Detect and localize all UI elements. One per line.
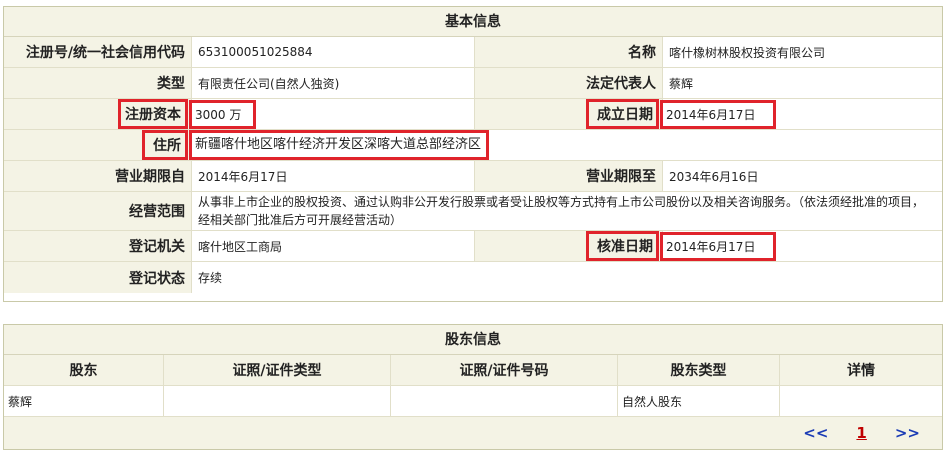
basic-info-title: 基本信息 bbox=[4, 7, 942, 37]
col-shareholder: 股东 bbox=[4, 355, 164, 385]
cell-shareholder: 蔡辉 bbox=[4, 386, 164, 416]
reg-no-label: 注册号/统一社会信用代码 bbox=[4, 37, 192, 67]
col-cert-type: 证照/证件类型 bbox=[164, 355, 391, 385]
cell-cert-no bbox=[391, 386, 618, 416]
status-value: 存续 bbox=[198, 270, 223, 285]
reg-no-value: 653100051025884 bbox=[192, 37, 475, 67]
status-label: 登记状态 bbox=[4, 262, 192, 293]
row-reg-no: 注册号/统一社会信用代码 653100051025884 名称 喀什橡树林股权投… bbox=[4, 37, 942, 68]
cell-shareholder-type: 自然人股东 bbox=[618, 386, 780, 416]
row-type: 类型 有限责任公司(自然人独资) 法定代表人 蔡辉 bbox=[4, 68, 942, 99]
founded-label-cell: 成立日期 bbox=[475, 99, 663, 129]
approved-label-cell: 核准日期 bbox=[475, 231, 663, 261]
basic-info-panel: 基本信息 注册号/统一社会信用代码 653100051025884 名称 喀什橡… bbox=[3, 6, 943, 302]
shareholders-panel: 股东信息 股东 证照/证件类型 证照/证件号码 股东类型 详情 蔡辉 自然人股东… bbox=[3, 324, 943, 450]
term-to-value: 2034年6月16日 bbox=[669, 169, 759, 184]
row-status: 登记状态 存续 bbox=[4, 262, 942, 293]
type-label: 类型 bbox=[4, 68, 192, 98]
pagination: << 1 >> bbox=[4, 417, 942, 449]
term-from-value: 2014年6月17日 bbox=[192, 161, 475, 191]
founded-label: 成立日期 bbox=[586, 99, 659, 129]
table-row: 蔡辉 自然人股东 bbox=[4, 386, 942, 417]
capital-label-cell: 注册资本 bbox=[4, 99, 192, 129]
row-authority: 登记机关 喀什地区工商局 核准日期 2014年6月17日 bbox=[4, 231, 942, 262]
founded-value-cell: 2014年6月17日 bbox=[659, 99, 942, 129]
shareholders-title: 股东信息 bbox=[4, 325, 942, 355]
name-value: 喀什橡树林股权投资有限公司 bbox=[669, 45, 826, 60]
name-label: 名称 bbox=[475, 37, 663, 67]
authority-label: 登记机关 bbox=[4, 231, 192, 261]
address-value-cell: 新疆喀什地区喀什经济开发区深喀大道总部经济区 bbox=[188, 130, 942, 160]
term-from-label: 营业期限自 bbox=[4, 161, 192, 191]
col-shareholder-type: 股东类型 bbox=[618, 355, 780, 385]
legal-rep-label: 法定代表人 bbox=[475, 68, 663, 98]
approved-value-cell: 2014年6月17日 bbox=[659, 231, 942, 261]
cell-details[interactable] bbox=[780, 386, 942, 416]
row-capital: 注册资本 3000 万 成立日期 2014年6月17日 bbox=[4, 99, 942, 130]
capital-value-cell: 3000 万 bbox=[188, 99, 475, 129]
next-page-button[interactable]: >> bbox=[895, 424, 920, 442]
authority-value: 喀什地区工商局 bbox=[192, 231, 475, 261]
address-value: 新疆喀什地区喀什经济开发区深喀大道总部经济区 bbox=[188, 130, 490, 160]
col-details: 详情 bbox=[847, 363, 875, 379]
shareholders-header-row: 股东 证照/证件类型 证照/证件号码 股东类型 详情 bbox=[4, 355, 942, 386]
legal-rep-value: 蔡辉 bbox=[669, 76, 694, 91]
address-label: 住所 bbox=[142, 130, 188, 160]
col-cert-no: 证照/证件号码 bbox=[391, 355, 618, 385]
prev-page-button[interactable]: << bbox=[803, 424, 828, 442]
row-scope: 经营范围 从事非上市企业的股权投资、通过认购非公开发行股票或者受让股权等方式持有… bbox=[4, 192, 942, 231]
type-value: 有限责任公司(自然人独资) bbox=[192, 68, 475, 98]
capital-label: 注册资本 bbox=[118, 99, 188, 129]
scope-value: 从事非上市企业的股权投资、通过认购非公开发行股票或者受让股权等方式持有上市公司股… bbox=[198, 195, 925, 227]
capital-value: 3000 万 bbox=[188, 99, 257, 129]
cell-cert-type bbox=[164, 386, 391, 416]
address-label-cell: 住所 bbox=[4, 130, 192, 160]
approved-label: 核准日期 bbox=[586, 231, 659, 261]
page-1-link[interactable]: 1 bbox=[856, 424, 866, 442]
approved-value: 2014年6月17日 bbox=[659, 231, 777, 261]
row-term: 营业期限自 2014年6月17日 营业期限至 2034年6月16日 bbox=[4, 161, 942, 192]
scope-label: 经营范围 bbox=[4, 192, 192, 230]
term-to-label: 营业期限至 bbox=[475, 161, 663, 191]
founded-value: 2014年6月17日 bbox=[659, 99, 777, 129]
row-address: 住所 新疆喀什地区喀什经济开发区深喀大道总部经济区 bbox=[4, 130, 942, 161]
